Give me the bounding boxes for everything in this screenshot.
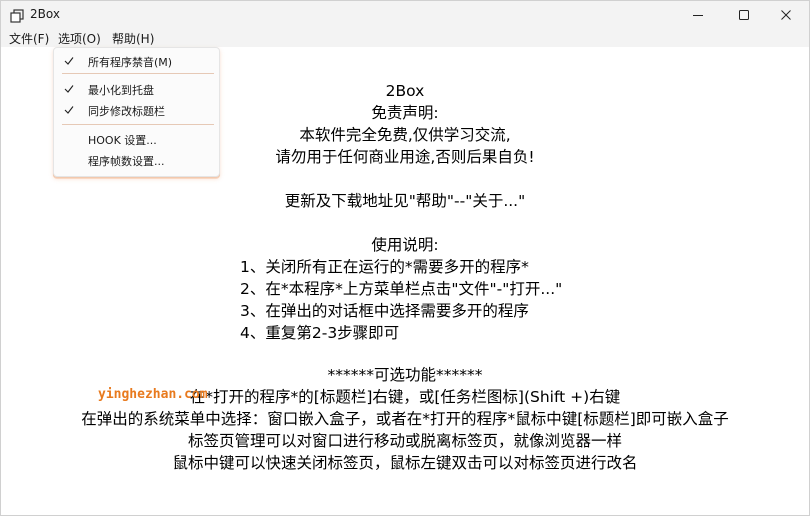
menu-item-hook-settings[interactable]: HOOK 设置... — [54, 129, 219, 149]
watermark-text: yinghezhan.com — [98, 387, 208, 402]
optional-line-2: 在弹出的系统菜单中选择：窗口嵌入盒子，或者在*打开的程序*鼠标中键[标题栏]即可… — [81, 410, 729, 428]
menu-separator — [62, 73, 214, 74]
menu-item-sync-title[interactable]: 同步修改标题栏 — [54, 100, 219, 120]
checkmark-icon — [64, 106, 74, 114]
optional-line-3: 标签页管理可以对窗口进行移动或脱离标签页，就像浏览器一样 — [187, 432, 622, 450]
optional-line-4: 鼠标中键可以快速关闭标签页，鼠标左键双击可以对标签页进行改名 — [172, 454, 638, 472]
menu-item-label: 程序帧数设置... — [88, 155, 165, 168]
checkmark-icon — [64, 85, 74, 93]
usage-step-1: 1、关闭所有正在运行的*需要多开的程序* — [240, 258, 529, 276]
options-dropdown-menu: 所有程序禁音(M) 最小化到托盘 同步修改标题栏 HOOK 设置... 程序帧数… — [53, 47, 220, 177]
usage-step-4: 4、重复第2-3步骤即可 — [240, 324, 400, 342]
menu-help[interactable]: 帮助(H) — [112, 30, 154, 47]
close-button[interactable] — [763, 1, 809, 29]
usage-step-3: 3、在弹出的对话框中选择需要多开的程序 — [240, 302, 529, 320]
app-window: 2Box 文件(F) 选项(O) 帮助(H) 2Box 免责声明: 本软件完全免… — [0, 0, 810, 516]
maximize-icon — [739, 10, 749, 20]
menu-options[interactable]: 选项(O) — [58, 30, 101, 47]
usage-step-2: 2、在*本程序*上方菜单栏点击"文件"-"打开..." — [240, 280, 563, 298]
menu-separator — [62, 124, 214, 125]
menu-item-label: HOOK 设置... — [88, 134, 157, 147]
update-note: 更新及下载地址见"帮助"--"关于..." — [284, 192, 526, 210]
menu-file[interactable]: 文件(F) — [9, 30, 49, 47]
menu-item-label: 最小化到托盘 — [88, 84, 154, 97]
menu-item-label: 所有程序禁音(M) — [88, 56, 173, 69]
menu-item-mute-all[interactable]: 所有程序禁音(M) — [54, 51, 219, 71]
minimize-button[interactable] — [675, 1, 721, 29]
optional-features-title: ******可选功能****** — [327, 366, 483, 384]
app-logo-icon — [10, 8, 24, 23]
checkmark-icon — [64, 57, 74, 65]
menu-item-fps-settings[interactable]: 程序帧数设置... — [54, 150, 219, 170]
minimize-icon — [693, 15, 703, 16]
maximize-button[interactable] — [721, 1, 767, 29]
title-bar[interactable]: 2Box — [1, 1, 809, 29]
menu-item-minimize-to-tray[interactable]: 最小化到托盘 — [54, 79, 219, 99]
close-icon — [781, 10, 791, 20]
menu-item-label: 同步修改标题栏 — [88, 105, 165, 118]
menu-bar: 文件(F) 选项(O) 帮助(H) — [1, 29, 809, 47]
window-title: 2Box — [30, 7, 60, 21]
